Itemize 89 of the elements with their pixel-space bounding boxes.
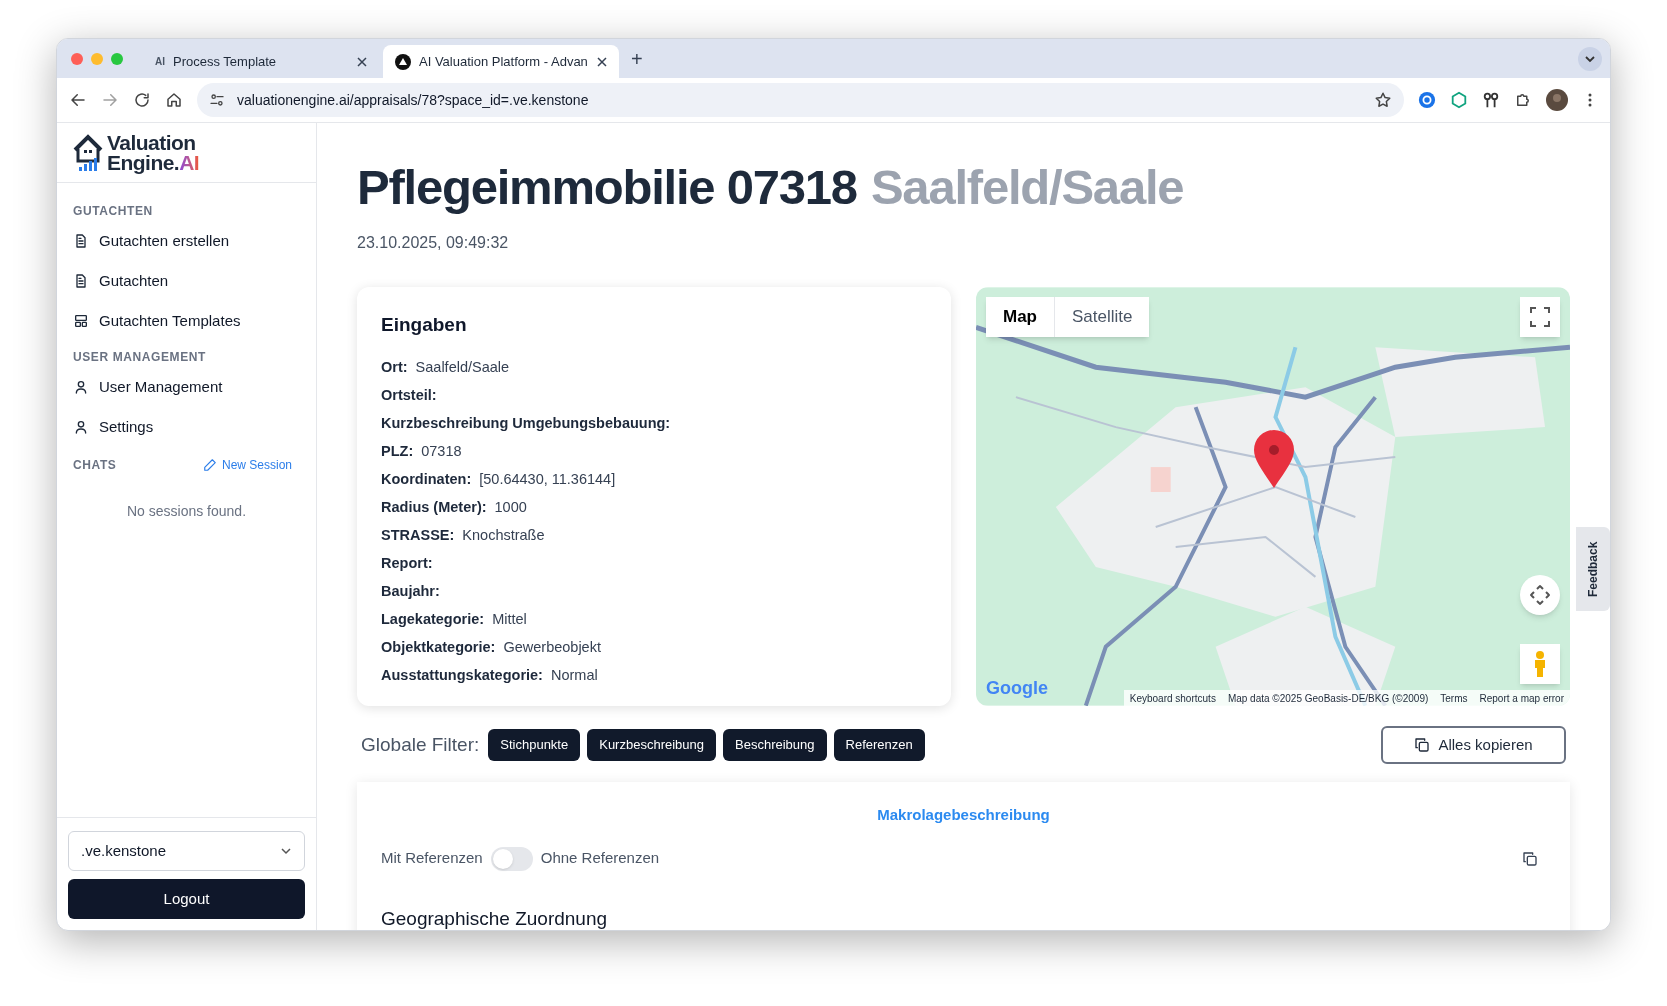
profile-avatar-icon[interactable] bbox=[1546, 89, 1568, 111]
site-settings-icon[interactable] bbox=[209, 92, 225, 108]
filter-button[interactable]: Beschreibung bbox=[723, 729, 827, 761]
google-logo-text: Google bbox=[986, 677, 1048, 700]
sidebar-item[interactable]: User Management bbox=[73, 367, 300, 407]
field-label: STRASSE: bbox=[381, 525, 455, 545]
section-heading: GUTACHTEN bbox=[73, 203, 154, 220]
layout-icon bbox=[73, 313, 89, 329]
map-footer-link[interactable]: Report a map error bbox=[1473, 690, 1570, 706]
browser-tab[interactable]: AI Process Template bbox=[143, 45, 379, 78]
sidebar-item[interactable]: Gutachten erstellen bbox=[73, 221, 300, 261]
document-icon bbox=[73, 273, 89, 289]
field-value: 1000 bbox=[494, 497, 527, 517]
field-label: Ort: bbox=[381, 357, 408, 377]
field-label: Radius (Meter): bbox=[381, 497, 487, 517]
url-text: valuationengine.ai/appraisals/78?space_id=.ve.kenstone bbox=[237, 90, 590, 110]
chevron-down-icon bbox=[280, 845, 292, 857]
copy-icon bbox=[1414, 737, 1431, 753]
field-value: Knochstraße bbox=[462, 525, 545, 545]
reload-icon[interactable] bbox=[133, 91, 151, 109]
favicon-text: AI bbox=[155, 55, 165, 69]
new-session-link[interactable]: New Session bbox=[202, 456, 292, 474]
user-icon bbox=[73, 419, 89, 435]
field-value: Mittel bbox=[492, 609, 527, 629]
sidebar-item[interactable]: Settings bbox=[73, 407, 300, 447]
section-heading: Geographische Zuordnung bbox=[381, 906, 608, 930]
map-footer-link[interactable]: Keyboard shortcuts bbox=[1123, 690, 1222, 706]
close-icon[interactable] bbox=[357, 56, 367, 67]
field-value: Saalfeld/Saale bbox=[415, 357, 510, 377]
puzzle-icon[interactable] bbox=[1514, 91, 1532, 109]
triangle-logo-icon bbox=[395, 53, 411, 70]
fullscreen-icon[interactable] bbox=[1520, 297, 1560, 337]
map-type-tab[interactable]: Satellite bbox=[1054, 297, 1150, 337]
field-value: Gewerbeobjekt bbox=[503, 637, 601, 657]
sidebar-item[interactable]: Gutachten bbox=[73, 261, 300, 301]
sidebar-item[interactable]: Gutachten Templates bbox=[73, 301, 300, 341]
field-label: Ortsteil: bbox=[381, 385, 437, 405]
filter-button[interactable]: Stichpunkte bbox=[488, 729, 581, 761]
feedback-tab[interactable]: Feedback bbox=[1576, 527, 1610, 611]
map-type-tab[interactable]: Map bbox=[986, 297, 1054, 337]
empty-state-text: No sessions found. bbox=[126, 502, 247, 521]
pencil-icon bbox=[202, 458, 217, 472]
map-footer-link[interactable]: Map data ©2025 GeoBasis-DE/BKG (©2009) bbox=[1221, 690, 1435, 706]
toggle-switch[interactable] bbox=[490, 846, 533, 871]
logo-text: Engine.AI bbox=[107, 152, 200, 173]
filter-button[interactable]: Kurzbeschreibung bbox=[587, 729, 716, 761]
section-heading: USER MANAGEMENT bbox=[73, 349, 207, 366]
field-label: Ausstattungskategorie: bbox=[381, 665, 543, 685]
field-label: Kurzbeschreibung Umgebungsbebauung: bbox=[381, 413, 671, 433]
field-label: Objektkategorie: bbox=[381, 637, 496, 657]
user-icon bbox=[73, 379, 89, 395]
page-title-place: Saalfeld/Saale bbox=[870, 159, 1184, 215]
section-tab[interactable]: Makrolagebeschreibung bbox=[381, 804, 1546, 827]
map-pin-icon bbox=[1254, 430, 1294, 488]
chevron-down-icon[interactable] bbox=[1578, 46, 1602, 71]
new-tab-button[interactable]: + bbox=[631, 48, 643, 69]
browser-tab[interactable]: AI Valuation Platform - Advan bbox=[383, 45, 619, 78]
field-label: Baujahr: bbox=[381, 581, 440, 601]
back-arrow-icon[interactable] bbox=[69, 91, 87, 109]
toggle-label: Ohne Referenzen bbox=[540, 848, 660, 869]
star-icon[interactable] bbox=[1374, 91, 1392, 109]
field-label: PLZ: bbox=[381, 441, 414, 461]
section-heading: CHATS bbox=[73, 457, 117, 474]
space-select[interactable]: .ve.kenstone bbox=[68, 831, 305, 871]
toggle-label: Mit Referenzen bbox=[381, 848, 483, 869]
field-value: Normal bbox=[550, 665, 598, 685]
house-chart-logo-icon bbox=[73, 133, 103, 172]
address-bar[interactable]: valuationengine.ai/appraisals/78?space_id=.ve.kenstone bbox=[197, 83, 1404, 117]
logout-button[interactable]: Logout bbox=[68, 879, 305, 919]
card-title: Eingaben bbox=[381, 313, 468, 337]
field-value: [50.64430, 11.36144] bbox=[479, 469, 616, 489]
page-title: Pflegeimmobilie 07318 bbox=[357, 159, 857, 215]
filter-button[interactable]: Referenzen bbox=[833, 729, 925, 761]
extension-icon[interactable] bbox=[1482, 91, 1500, 109]
field-label: Lagekategorie: bbox=[381, 609, 485, 629]
timestamp: 23.10.2025, 09:49:32 bbox=[357, 233, 510, 253]
field-label: Koordinaten: bbox=[381, 469, 472, 489]
logo-text: Valuation bbox=[107, 132, 197, 153]
copy-icon[interactable] bbox=[1522, 850, 1538, 867]
document-icon bbox=[73, 233, 89, 249]
tab-title: AI Valuation Platform - Advan bbox=[419, 52, 589, 71]
close-icon[interactable] bbox=[597, 56, 607, 67]
map-footer-link[interactable]: Terms bbox=[1434, 690, 1474, 706]
field-value: 07318 bbox=[421, 441, 462, 461]
tab-title: Process Template bbox=[173, 52, 278, 71]
filter-label: Globale Filter: bbox=[361, 732, 480, 757]
home-icon[interactable] bbox=[165, 91, 183, 109]
field-label: Report: bbox=[381, 553, 433, 573]
copy-all-button[interactable]: Alles kopieren bbox=[1381, 726, 1566, 764]
